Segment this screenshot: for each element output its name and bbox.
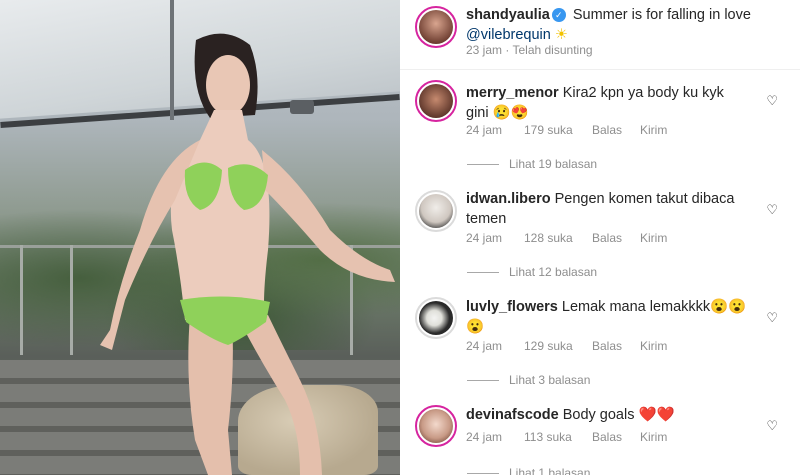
comments-panel: shandyaulia ✓ Summer is for falling in lo… [400,0,800,475]
comment-username[interactable]: devinafscode [466,407,559,423]
heart-icon[interactable]: ♡ [766,310,778,326]
view-replies-button[interactable]: Lihat 3 balasan [467,373,590,387]
view-replies-button[interactable]: Lihat 19 balasan [467,157,597,171]
comment-text: idwan.libero Pengen komen takut dibaca t… [466,189,756,229]
send-button[interactable]: Kirim [640,339,667,353]
comment-meta: 24 jam 129 suka Balas Kirim [466,339,667,353]
sun-emoji-icon: ☀ [554,27,568,43]
comment-likes[interactable]: 113 suka [524,430,592,444]
comment-username[interactable]: idwan.libero [466,191,551,207]
send-button[interactable]: Kirim [640,123,667,137]
heart-icon[interactable]: ♡ [766,93,778,109]
comment-body: Pengen komen takut dibaca [554,191,735,207]
comment-username[interactable]: merry_menor [466,85,559,101]
heart-icon[interactable]: ♡ [766,418,778,434]
comment-age: 24 jam [466,231,503,245]
comment-body: Kira2 kpn ya body ku kyk [562,85,724,101]
comment-body: Body goals ❤️❤️ [562,407,675,423]
reply-button[interactable]: Balas [592,339,640,353]
comment-likes[interactable]: 128 suka [524,231,592,245]
edited-label: · Telah disunting [505,43,593,57]
comment-likes[interactable]: 129 suka [524,339,592,353]
comment-meta: 24 jam 128 suka Balas Kirim [466,231,667,245]
commenter-avatar[interactable] [415,297,457,339]
caption-body: Summer is for falling in love [572,7,751,23]
comment-body: Lemak mana lemakkkk😮😮 [561,299,747,315]
comment-body-cont: gini 😢😍 [466,105,529,121]
reply-button[interactable]: Balas [592,231,640,245]
send-button[interactable]: Kirim [640,231,667,245]
comment-body-cont: temen [466,211,507,227]
commenter-avatar[interactable] [415,80,457,122]
comment-meta: 24 jam 113 suka Balas Kirim [466,430,667,444]
post-caption: shandyaulia ✓ Summer is for falling in lo… [400,0,800,70]
view-replies-label: Lihat 19 balasan [509,157,598,171]
commenter-avatar[interactable] [415,190,457,232]
caption-mention[interactable]: @vilebrequin [466,27,551,43]
comment-age: 24 jam [466,339,503,353]
view-replies-label: Lihat 1 balasan [509,466,591,475]
heart-icon[interactable]: ♡ [766,202,778,218]
post-age: 23 jam [466,43,503,57]
caption-meta: 23 jam · Telah disunting [466,43,593,57]
comment-body-cont: 😮 [466,319,485,335]
comment-text: merry_menor Kira2 kpn ya body ku kyk gin… [466,83,756,123]
post-photo [0,0,400,475]
view-replies-button[interactable]: Lihat 1 balasan [467,466,590,475]
comment-age: 24 jam [466,123,503,137]
person-figure [100,33,395,475]
send-button[interactable]: Kirim [640,430,667,444]
comment-age: 24 jam [466,430,503,444]
comment-meta: 24 jam 179 suka Balas Kirim [466,123,667,137]
author-username[interactable]: shandyaulia [466,7,550,23]
comment-text: devinafscode Body goals ❤️❤️ [466,405,756,425]
comment-text: luvly_flowers Lemak mana lemakkkk😮😮 😮 [466,297,756,337]
comment-username[interactable]: luvly_flowers [466,299,558,315]
view-replies-label: Lihat 3 balasan [509,373,591,387]
reply-button[interactable]: Balas [592,430,640,444]
reply-button[interactable]: Balas [592,123,640,137]
caption-text: shandyaulia ✓ Summer is for falling in lo… [466,5,786,45]
view-replies-label: Lihat 12 balasan [509,265,598,279]
commenter-avatar[interactable] [415,405,457,447]
author-avatar[interactable] [415,6,457,48]
verified-badge-icon: ✓ [551,8,566,22]
comment-likes[interactable]: 179 suka [524,123,592,137]
view-replies-button[interactable]: Lihat 12 balasan [467,265,597,279]
